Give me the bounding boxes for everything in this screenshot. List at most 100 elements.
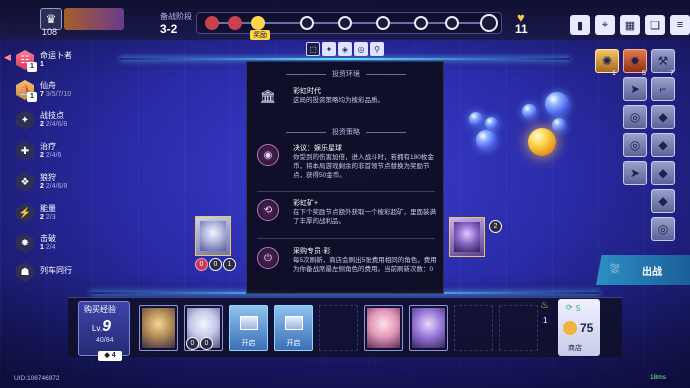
star-bubble: 0 [200,337,213,350]
trait-row[interactable]: ⛵ 1 仙舟 7 3/5/7/10 [16,80,126,106]
investment-filter: ⬚ ✦ ◈ ◎ ⚲ [306,42,386,58]
strategy-section-title: 投资策略 [247,127,445,137]
star-bubble: 0 [209,258,222,271]
blue-orb-icon[interactable] [545,92,569,116]
life-count: 11 [515,22,528,36]
trait-break-icon: ✸ [16,233,34,253]
bench-character[interactable] [139,305,178,351]
crystal-item-icon[interactable]: ◆ [651,161,675,185]
character-portrait [454,222,480,252]
open-label: 开启 [241,340,256,347]
crystal-item-icon[interactable]: ◆ [651,133,675,157]
fight-button[interactable]: ⛆ 出战 [596,255,690,285]
open-label: 开启 [286,340,301,347]
bench-character[interactable] [364,305,403,351]
bench-character[interactable] [409,305,448,351]
crystal-item-icon[interactable]: ◆ [651,189,675,213]
trait-name: 命运卜者 [40,51,72,60]
player-level: Lv.9 [92,318,111,335]
boss-node-icon [480,14,498,32]
trait-count: 2 2/3 [40,214,56,221]
disc-item-icon[interactable]: ◎ [623,105,647,129]
trait-count: 2 2/4/6/8 [40,121,68,128]
chest-item[interactable]: 开启 [274,305,313,351]
arrow-item-icon[interactable]: ➤ [623,161,647,185]
blue-orb-icon[interactable] [485,117,498,130]
gun-item-icon[interactable]: ⌐ [651,77,675,101]
blue-orb-icon[interactable] [476,130,496,150]
trait-row[interactable]: ✸ 击破 1 2/4 [16,233,126,259]
grid-icon[interactable]: ▦ [620,15,640,35]
strategy-title: 采购专员·彩 [293,248,331,255]
trait-collapse-icon[interactable]: ◀ [4,52,11,63]
investment-panel: 投资环境 🏛 彩虹时代 这局的投资策略均为棱彩品质。 投资策略 ◉ 决议：娱乐星… [246,61,444,294]
stage-node [376,16,390,30]
trait-row[interactable]: ❖ 狼狩 2 2/4/6/8 [16,172,126,198]
blue-orb-icon[interactable] [522,104,537,119]
temple-icon: 🏛 [259,89,277,104]
character-portrait [200,221,226,251]
player-hp: 108 [42,27,58,37]
arrow-item-icon[interactable]: ➤ [623,77,647,101]
trait-row[interactable]: ⚡ 能量 2 2/3 [16,203,126,229]
character-portrait [367,308,400,348]
bench-slot-empty[interactable] [454,305,493,351]
trait-name: 击破 [40,234,56,243]
reroll-count: 1 [543,316,548,325]
trait-row[interactable]: ✚ 治疗 2 2/4/6 [16,141,126,167]
book-icon[interactable]: ❑ [645,15,665,35]
shop-button[interactable]: ⟳ 5 75 商店 [558,299,600,356]
ping-text: 18ms [650,374,666,381]
item-count: 1 [612,70,616,77]
disc-item-icon[interactable]: ◎ [623,133,647,157]
exp-progress: 40/84 [96,337,114,344]
strategy-desc: 每5次刷新，商店会刷出5张费用相同的角色，费用为你备战席最左侧角色的费用。当前刷… [293,257,437,273]
board-character[interactable] [195,216,231,256]
divider [257,191,435,192]
blue-orb-icon[interactable] [552,118,566,132]
trait-count: 2 2/4/6 [40,152,62,159]
crystal-item-icon[interactable]: ◆ [651,105,675,129]
trait-name: 治疗 [40,142,56,151]
purchase-icon: ⏻ [257,247,279,269]
trait-skillpoint-icon: ✦ [16,110,34,130]
rainbow-ore-icon: ⟲ [257,199,279,221]
env-section-title: 投资环境 [247,69,445,79]
search-icon[interactable]: ⚲ [370,42,384,56]
trait-name: 战技点 [40,111,64,120]
strategy-filter-icon[interactable]: ✦ [322,42,336,56]
trait-wolf-icon: ❖ [16,172,34,192]
trait-row[interactable]: ✦ 战技点 2 2/4/6/8 [16,110,126,136]
trait-name: 能量 [40,204,56,213]
map-pin-icon[interactable]: ⌖ [595,15,615,35]
uid-text: UID:106746972 [14,375,60,382]
chip-filter-icon[interactable]: ◈ [338,42,352,56]
chest-icon [240,316,258,330]
menu-icon[interactable]: ≡ [670,15,690,35]
item-count: 5 [642,70,646,77]
gold-orb-icon[interactable] [528,128,556,156]
bench-slot-empty[interactable] [319,305,358,351]
bench-slot-empty[interactable] [499,305,538,351]
stage-node [300,16,314,30]
coin-filter-icon[interactable]: ◎ [354,42,368,56]
board-character[interactable] [449,217,485,257]
strategy-desc: 在下个奖励节点额外获取一个棱彩超矿，里面装满了丰厚的战利品。 [293,209,436,225]
env-title: 彩虹时代 [293,88,321,95]
stage-node [414,16,428,30]
chest-item[interactable]: 开启 [229,305,268,351]
character-portrait [412,308,445,348]
ranking-icon[interactable]: ▮ [570,15,590,35]
disc-item-icon[interactable]: ◎ [651,217,675,241]
trait-name: 列车同行 [40,266,72,275]
buy-exp-label: 购买经验 [84,305,116,314]
current-stage-tag: 奖励 [250,30,270,40]
strategy-title: 决议：娱乐星球 [293,145,342,152]
fight-label: 出战 [642,267,662,278]
blue-orb-icon[interactable] [469,112,483,126]
trait-row[interactable]: ☷ 1 命运卜者 1 [16,50,126,76]
env-filter-icon[interactable]: ⬚ [306,42,320,56]
coin-icon [563,321,577,335]
refresh-icon: ⟳ [566,303,573,312]
trait-row[interactable]: ☗ 列车同行 [16,262,126,288]
